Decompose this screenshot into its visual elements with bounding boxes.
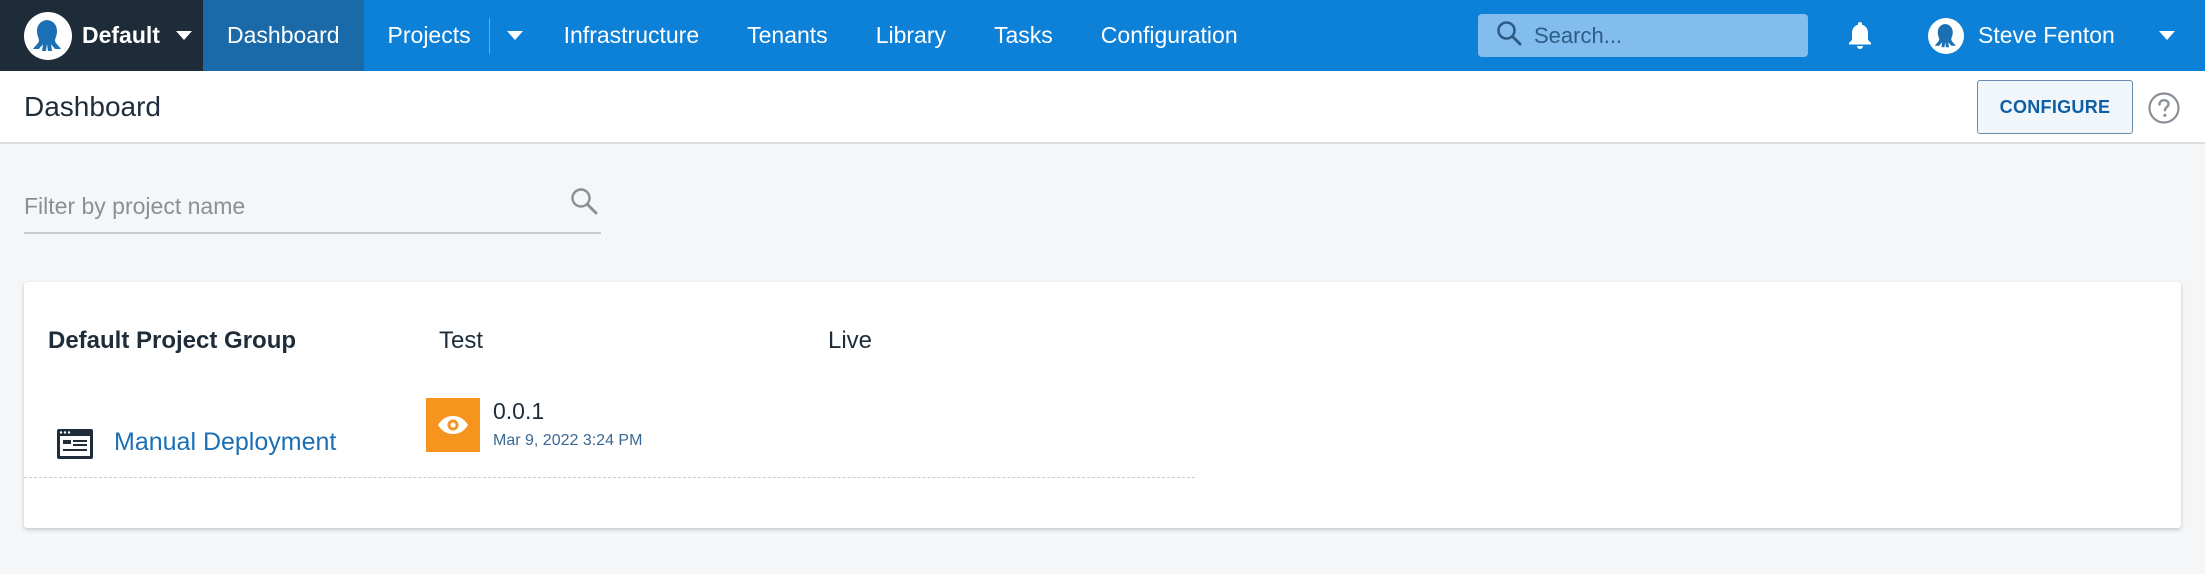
chevron-down-icon [506, 31, 523, 40]
nav-infrastructure[interactable]: Infrastructure [540, 0, 724, 71]
space-switcher[interactable]: Default [0, 0, 203, 71]
nav-dashboard[interactable]: Dashboard [203, 0, 364, 71]
environment-header-live: Live [828, 327, 873, 354]
search-input[interactable] [1534, 22, 1794, 49]
environment-header-test: Test [439, 327, 484, 354]
page-header: Dashboard CONFIGURE [0, 71, 2205, 144]
nav-configuration[interactable]: Configuration [1077, 0, 1262, 71]
user-name: Steve Fenton [1978, 22, 2115, 48]
nav-tenants[interactable]: Tenants [723, 0, 852, 71]
space-name: Default [82, 22, 160, 48]
filter-input[interactable] [24, 193, 544, 220]
search-icon [569, 186, 599, 221]
project-group-name: Default Project Group [48, 327, 297, 354]
page-title: Dashboard [24, 91, 161, 122]
project-filter[interactable] [24, 178, 601, 234]
release-test-environment[interactable]: 0.0.1 Mar 9, 2022 3:24 PM [426, 398, 746, 458]
avatar [1928, 17, 1964, 54]
chevron-down-icon [2158, 31, 2175, 40]
project-group-card: Default Project Group Test Live Manual D… [24, 282, 2181, 528]
project-icon [56, 428, 94, 465]
global-search[interactable] [1478, 14, 1808, 57]
chevron-down-icon [175, 31, 192, 40]
release-version: 0.0.1 [493, 398, 545, 424]
user-menu[interactable]: Steve Fenton [1928, 0, 2175, 71]
configure-button[interactable]: CONFIGURE [1977, 80, 2133, 134]
nav-tasks[interactable]: Tasks [970, 0, 1077, 71]
projects-dropdown-button[interactable] [490, 0, 540, 71]
notifications-bell-icon[interactable] [1846, 20, 1874, 55]
top-nav: Default Dashboard Projects Infrastructur… [0, 0, 2205, 71]
release-date: Mar 9, 2022 3:24 PM [493, 432, 643, 449]
help-icon[interactable] [2147, 91, 2181, 130]
octopus-logo-icon [24, 11, 72, 60]
table-row: Manual Deployment 0.0.1 Mar 9, 2022 3:24… [24, 398, 1195, 478]
nav-projects[interactable]: Projects [364, 0, 489, 71]
nav-library[interactable]: Library [852, 0, 970, 71]
search-icon [1496, 20, 1522, 51]
deployment-status-badge [426, 398, 480, 452]
project-link-manual-deployment[interactable]: Manual Deployment [114, 428, 336, 457]
